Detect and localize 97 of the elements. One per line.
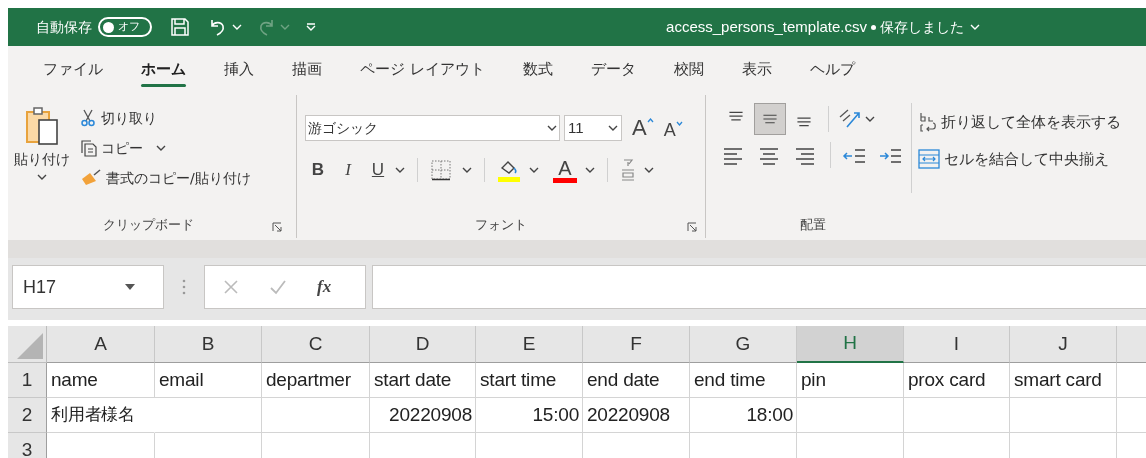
- grow-font-button[interactable]: A: [632, 117, 654, 139]
- autosave-label: 自動保存: [36, 17, 92, 37]
- menu-tab[interactable]: ヘルプ: [790, 46, 874, 95]
- font-color-button[interactable]: A: [553, 157, 577, 183]
- menu-tab[interactable]: ホーム: [122, 46, 205, 95]
- name-box[interactable]: H17: [12, 265, 164, 309]
- autosave-toggle[interactable]: オフ: [98, 17, 152, 37]
- file-name: access_persons_template.csv: [666, 16, 867, 37]
- chevron-down-icon[interactable]: [462, 167, 472, 173]
- table-cell[interactable]: [904, 398, 1010, 433]
- insert-function-button[interactable]: fx: [317, 274, 332, 300]
- group-label: クリップボード: [102, 216, 194, 235]
- customize-toolbar-icon[interactable]: [306, 23, 316, 31]
- table-cell[interactable]: name: [47, 363, 155, 398]
- column-header[interactable]: J: [1010, 326, 1117, 363]
- table-cell[interactable]: [1010, 398, 1117, 433]
- chevron-down-icon[interactable]: [529, 167, 539, 173]
- menu-tab[interactable]: 数式: [503, 46, 572, 95]
- chevron-down-icon[interactable]: [608, 125, 618, 131]
- row-header[interactable]: 2: [8, 398, 47, 433]
- column-header[interactable]: B: [155, 326, 262, 363]
- table-cell[interactable]: end date: [583, 363, 690, 398]
- wrap-text-button[interactable]: 折り返して全体を表示する: [918, 111, 1121, 134]
- table-cell[interactable]: [155, 398, 262, 433]
- menu-tab[interactable]: 描画: [273, 46, 341, 95]
- chevron-down-icon[interactable]: [37, 174, 47, 180]
- table-cell[interactable]: pin: [797, 363, 904, 398]
- menu-tab[interactable]: 校閲: [654, 46, 723, 95]
- check-icon[interactable]: [269, 279, 287, 295]
- column-header[interactable]: A: [47, 326, 155, 363]
- table-cell[interactable]: 20220908: [583, 398, 690, 433]
- group-label: フォント: [475, 216, 527, 235]
- column-header[interactable]: C: [262, 326, 370, 363]
- font-name-dropdown[interactable]: 游ゴシック: [305, 115, 560, 141]
- table-cell[interactable]: start time: [476, 363, 583, 398]
- group-label: 配置: [800, 216, 826, 235]
- caret-down-icon: [675, 120, 683, 126]
- table-cell[interactable]: [797, 398, 904, 433]
- copy-button[interactable]: コピー: [80, 135, 251, 161]
- dialog-launcher-icon[interactable]: [687, 222, 697, 232]
- column-header[interactable]: D: [370, 326, 476, 363]
- chevron-down-icon[interactable]: [395, 167, 405, 173]
- save-status: 保存しました: [880, 17, 964, 37]
- column-header[interactable]: F: [583, 326, 690, 363]
- formula-input[interactable]: [372, 265, 1146, 309]
- wrap-text-icon: [918, 111, 938, 134]
- table-cell[interactable]: 15:00: [476, 398, 583, 433]
- fill-color-icon[interactable]: [497, 158, 521, 182]
- table-cell[interactable]: email: [155, 363, 262, 398]
- font-size-dropdown[interactable]: 11: [564, 115, 622, 141]
- phonetic-guide-icon[interactable]: [620, 158, 636, 182]
- row-header[interactable]: 3: [8, 433, 47, 458]
- table-cell[interactable]: smart card: [1010, 363, 1117, 398]
- dropdown-triangle-icon: [125, 284, 135, 290]
- column-header[interactable]: I: [904, 326, 1010, 363]
- grip-icon: [182, 279, 186, 295]
- scissors-icon: [80, 109, 96, 127]
- dialog-launcher-icon[interactable]: [272, 222, 282, 232]
- table-cell[interactable]: 20220908: [370, 398, 476, 433]
- cut-button[interactable]: 切り取り: [80, 105, 251, 131]
- table-cell[interactable]: 18:00: [690, 398, 797, 433]
- bullet-icon: [871, 24, 876, 30]
- clipboard-icon: [24, 105, 60, 147]
- table-cell[interactable]: 利用者様名: [47, 398, 155, 433]
- align-middle-icon[interactable]: [754, 103, 786, 135]
- menu-tab[interactable]: 挿入: [205, 46, 273, 95]
- borders-icon[interactable]: [430, 159, 452, 181]
- bold-button[interactable]: B: [305, 157, 331, 183]
- table-cell[interactable]: end time: [690, 363, 797, 398]
- paste-button[interactable]: 貼り付け: [10, 105, 74, 212]
- merge-cells-icon: [918, 148, 940, 169]
- table-cell[interactable]: departmer: [262, 363, 370, 398]
- chevron-down-icon[interactable]: [547, 125, 557, 131]
- caret-up-icon: [646, 118, 654, 123]
- column-header[interactable]: H: [797, 326, 904, 363]
- row-header[interactable]: 1: [8, 363, 47, 398]
- table-cell[interactable]: [262, 398, 370, 433]
- save-icon[interactable]: [170, 17, 190, 37]
- merge-center-button[interactable]: セルを結合して中央揃え: [918, 147, 1121, 170]
- table-cell[interactable]: start date: [370, 363, 476, 398]
- paintbrush-icon: [80, 169, 102, 187]
- underline-button[interactable]: U: [365, 157, 391, 183]
- shrink-font-button[interactable]: A: [663, 120, 683, 139]
- chevron-down-icon[interactable]: [156, 145, 166, 151]
- menu-tab[interactable]: 表示: [722, 46, 791, 95]
- column-header[interactable]: E: [476, 326, 583, 363]
- table-cell[interactable]: prox card: [904, 363, 1010, 398]
- format-painter-button[interactable]: 書式のコピー/貼り付け: [80, 165, 251, 191]
- chevron-down-icon[interactable]: [644, 167, 654, 173]
- column-header[interactable]: G: [690, 326, 797, 363]
- chevron-down-icon[interactable]: [865, 116, 875, 122]
- italic-button[interactable]: I: [335, 157, 361, 183]
- menu-tab[interactable]: ページ レイアウト: [341, 46, 504, 95]
- copy-icon: [80, 139, 98, 157]
- menu-tab[interactable]: ファイル: [24, 46, 122, 95]
- chevron-down-icon[interactable]: [585, 167, 595, 173]
- menu-tab[interactable]: データ: [571, 46, 655, 95]
